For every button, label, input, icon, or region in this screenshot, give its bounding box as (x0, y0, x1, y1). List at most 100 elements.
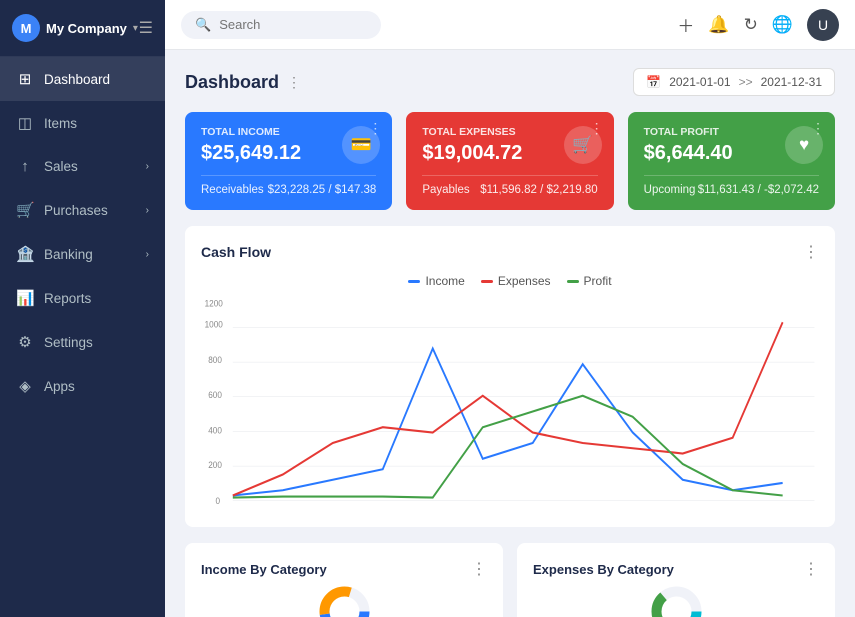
dashboard-title-row: Dashboard ⋮ (185, 72, 301, 93)
date-range-arrow: >> (739, 75, 753, 89)
kpi-card-profit: ⋮ ♥ TOTAL PROFIT $6,644.40 Upcoming $11,… (628, 112, 835, 210)
income-category-options[interactable]: ⋮ (471, 559, 487, 579)
hamburger-icon[interactable]: ☰ (139, 18, 153, 38)
sidebar-item-apps[interactable]: ◈ Apps (0, 364, 165, 408)
apps-icon: ◈ (16, 377, 34, 395)
kpi-expenses-sub: Payables $11,596.82 / $2,219.80 (422, 175, 597, 196)
company-name: My Company (46, 21, 127, 36)
sidebar-item-items[interactable]: ◫ Items (0, 101, 165, 145)
search-icon: 🔍 (195, 17, 211, 33)
content-area: Dashboard ⋮ 📅 2021-01-01 >> 2021-12-31 ⋮… (165, 50, 855, 617)
svg-text:200: 200 (208, 460, 222, 471)
kpi-expenses-sub-value: $11,596.82 / $2,219.80 (480, 184, 597, 196)
sidebar-header: M My Company ▾ ☰ (0, 0, 165, 57)
chevron-down-icon: ▾ (133, 23, 138, 34)
income-donut-chart (317, 584, 372, 617)
cashflow-chart-card: Cash Flow ⋮ Income Expenses Profit (185, 226, 835, 527)
svg-text:1000: 1000 (205, 319, 223, 330)
expenses-category-options[interactable]: ⋮ (803, 559, 819, 579)
topbar-actions: ＋ 🔔 ↻ 🌐 U (677, 9, 839, 41)
expenses-category-title: Expenses By Category (533, 562, 674, 577)
kpi-profit-label: TOTAL PROFIT (644, 126, 819, 138)
calendar-icon: 📅 (646, 75, 661, 89)
cashflow-title: Cash Flow (201, 244, 271, 260)
sidebar-item-label: Dashboard (44, 72, 110, 87)
sidebar-item-label: Settings (44, 335, 93, 350)
svg-text:600: 600 (208, 389, 222, 400)
cart-icon: 🛒 (572, 135, 593, 155)
sidebar-item-label: Purchases (44, 203, 108, 218)
kpi-income-sub-label: Receivables (201, 184, 264, 196)
svg-text:400: 400 (208, 425, 222, 436)
avatar[interactable]: U (807, 9, 839, 41)
globe-icon[interactable]: 🌐 (772, 15, 793, 35)
expenses-category-header: Expenses By Category ⋮ (533, 559, 819, 579)
sidebar-item-label: Apps (44, 379, 75, 394)
purchases-icon: 🛒 (16, 201, 34, 219)
income-by-category-card: Income By Category ⋮ (185, 543, 503, 617)
bottom-row: Income By Category ⋮ Expenses By Categor… (185, 543, 835, 617)
search-input[interactable] (219, 17, 367, 32)
legend-income: Income (408, 274, 464, 288)
avatar-initials: U (818, 17, 828, 33)
sidebar-item-label: Banking (44, 247, 93, 262)
expenses-category-chart (533, 589, 819, 617)
income-category-header: Income By Category ⋮ (201, 559, 487, 579)
sidebar: M My Company ▾ ☰ ⊞ Dashboard ◫ Items ↑ S… (0, 0, 165, 617)
sidebar-item-banking[interactable]: 🏦 Banking › (0, 232, 165, 276)
heart-icon: ♥ (799, 135, 809, 155)
cashflow-header: Cash Flow ⋮ (201, 242, 819, 262)
dashboard-header: Dashboard ⋮ 📅 2021-01-01 >> 2021-12-31 (185, 68, 835, 96)
reports-icon: 📊 (16, 289, 34, 307)
kpi-card-income: ⋮ 💳 TOTAL INCOME $25,649.12 Receivables … (185, 112, 392, 210)
kpi-profit-sub: Upcoming $11,631.43 / -$2,072.42 (644, 175, 819, 196)
svg-text:0: 0 (216, 495, 221, 506)
expenses-legend-label: Expenses (498, 274, 551, 288)
company-logo-area[interactable]: M My Company ▾ (12, 14, 138, 42)
refresh-icon[interactable]: ↻ (744, 15, 758, 35)
date-start: 2021-01-01 (669, 75, 730, 89)
sidebar-item-label: Sales (44, 159, 78, 174)
profit-legend-dot (567, 280, 579, 283)
sidebar-item-label: Reports (44, 291, 91, 306)
kpi-profit-sub-value: $11,631.43 / -$2,072.42 (698, 184, 819, 196)
svg-text:800: 800 (208, 355, 222, 366)
dashboard-icon: ⊞ (16, 70, 34, 88)
income-category-title: Income By Category (201, 562, 327, 577)
profit-legend-label: Profit (584, 274, 612, 288)
kpi-profit-sub-label: Upcoming (644, 184, 696, 196)
kpi-expenses-label: TOTAL EXPENSES (422, 126, 597, 138)
add-icon[interactable]: ＋ (677, 12, 694, 37)
chevron-right-icon: › (146, 249, 149, 260)
expenses-legend-dot (481, 280, 493, 283)
search-box[interactable]: 🔍 (181, 11, 381, 39)
kpi-income-sub: Receivables $23,228.25 / $147.38 (201, 175, 376, 196)
notification-icon[interactable]: 🔔 (708, 15, 729, 35)
sidebar-item-dashboard[interactable]: ⊞ Dashboard (0, 57, 165, 101)
chevron-right-icon: › (146, 161, 149, 172)
income-legend-dot (408, 280, 420, 283)
sidebar-item-sales[interactable]: ↑ Sales › (0, 145, 165, 188)
banking-icon: 🏦 (16, 245, 34, 263)
dashboard-options-icon[interactable]: ⋮ (287, 74, 301, 91)
income-category-chart (201, 589, 487, 617)
topbar: 🔍 ＋ 🔔 ↻ 🌐 U (165, 0, 855, 50)
kpi-expenses-sub-label: Payables (422, 184, 469, 196)
cashflow-options-icon[interactable]: ⋮ (803, 242, 819, 262)
legend-expenses: Expenses (481, 274, 551, 288)
kpi-card-expenses: ⋮ 🛒 TOTAL EXPENSES $19,004.72 Payables $… (406, 112, 613, 210)
kpi-income-sub-value: $23,228.25 / $147.38 (268, 184, 377, 196)
sidebar-item-settings[interactable]: ⚙ Settings (0, 320, 165, 364)
settings-icon: ⚙ (16, 333, 34, 351)
chevron-right-icon: › (146, 205, 149, 216)
profit-line (233, 396, 783, 498)
company-logo-icon: M (12, 14, 40, 42)
sales-icon: ↑ (16, 158, 34, 175)
kpi-row: ⋮ 💳 TOTAL INCOME $25,649.12 Receivables … (185, 112, 835, 210)
kpi-income-label: TOTAL INCOME (201, 126, 376, 138)
svg-text:1200: 1200 (205, 298, 223, 309)
sidebar-item-reports[interactable]: 📊 Reports (0, 276, 165, 320)
chart-legend: Income Expenses Profit (201, 274, 819, 288)
sidebar-item-purchases[interactable]: 🛒 Purchases › (0, 188, 165, 232)
date-range-picker[interactable]: 📅 2021-01-01 >> 2021-12-31 (633, 68, 835, 96)
